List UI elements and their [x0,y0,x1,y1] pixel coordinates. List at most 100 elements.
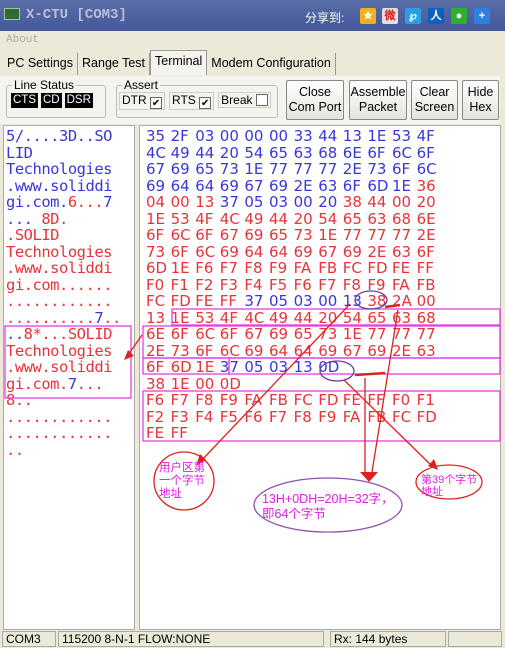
hex-row: F2 F3 F4 F5 F6 F7 F8 F9 FA FB FC FD [140,407,500,426]
hex-byte: 38 [342,193,362,211]
hex-byte: 63 [318,176,338,195]
hex-byte: 69 [293,242,313,261]
cd-indicator: CD [41,93,62,108]
hex-byte: F2 [195,275,214,294]
ascii-line: .SOLID [6,227,134,244]
hex-byte: 53 [170,209,190,228]
rts-checkbox[interactable]: RTS ✔ [169,92,215,110]
hex-byte: 6F [367,143,386,162]
ascii-text: Technologies [6,160,112,178]
hex-byte: FC [293,391,313,409]
clear-screen-button[interactable]: Clear Screen [411,80,458,120]
tab-pc-settings[interactable]: PC Settings [3,53,79,75]
hex-byte: 13 [146,308,166,327]
hex-byte: FB [367,407,387,426]
hex-byte: F8 [293,407,312,426]
hex-byte: 73 [318,325,338,343]
hex-byte: FE [146,424,165,442]
hex-byte: 6F [219,325,238,343]
hex-byte: 77 [293,160,313,178]
annotation-line: 13H+0DH=20H=32字， [262,492,394,506]
hex-byte: 2A [392,292,412,310]
hex-byte: 05 [244,193,264,211]
ascii-line: Technologies [6,342,134,360]
weibo-icon[interactable]: 微 [382,8,398,24]
hex-byte: 6F [416,242,435,261]
ascii-terminal-pane[interactable]: 5/....3D..SO LID Technologies .www.soliddi g… [3,125,135,630]
hex-byte: FD [170,292,191,310]
hex-byte: F1 [416,391,435,409]
hex-row: 67 69 65 73 1E 77 77 77 2E 73 6F 6C [140,161,500,178]
break-checkbox[interactable]: Break [218,92,271,108]
ascii-text: 6... [67,193,104,211]
ascii-line: 8.. [6,392,134,409]
dtr-checkbox[interactable]: DTR ✔ [119,92,166,110]
hex-byte: 4C [146,143,167,162]
renren-icon[interactable]: 人 [428,8,444,24]
hex-byte: 1E [392,176,412,195]
ascii-text: 5/....3D..SO [6,127,112,145]
hex-byte: 13 [195,193,215,211]
hex-byte: 4C [244,308,265,327]
hex-byte: 04 [146,193,166,211]
close-com-port-button[interactable]: Close Com Port [286,80,344,120]
hex-byte: 6C [195,325,216,343]
hex-byte: 4C [219,209,240,228]
hex-byte: F3 [219,275,238,294]
hex-byte: 64 [244,242,264,261]
qzone-icon[interactable]: ★ [360,8,376,24]
hex-row: 4C 49 44 20 54 65 63 68 6E 6F 6C 6F [140,143,500,162]
hex-byte: 73 [146,242,166,261]
tencent-weibo-icon[interactable]: ℘ [405,8,421,24]
tab-modem-configuration[interactable]: Modem Configuration [207,53,336,75]
ascii-text: .......... [6,308,95,327]
hex-byte: 4F [195,209,214,228]
hex-byte: FB [269,391,288,409]
hex-byte: 44 [269,209,289,228]
menu-about[interactable]: About [6,34,39,46]
hex-byte: FF [416,259,434,277]
hex-byte: 69 [170,160,190,178]
hex-terminal-pane[interactable]: 35 2F 03 00 00 00 33 44 13 1E 53 4F 4C 49 44 20 54 65 63 68… [139,125,501,630]
break-label: Break [221,93,253,107]
hex-byte: F6 [195,259,214,277]
hex-byte: 03 [269,358,289,376]
tab-terminal[interactable]: Terminal [150,50,208,75]
ascii-text: ............ [6,292,112,310]
ascii-line: LID [6,144,134,162]
wechat-icon[interactable]: ● [451,8,467,24]
hex-byte: FE [195,292,214,310]
tab-range-test[interactable]: Range Test [78,53,151,75]
hex-byte: 00 [318,292,338,310]
ascii-line: ..8*...SOLID [6,326,134,343]
hex-byte: F2 [146,407,165,426]
hex-byte: FB [416,275,436,294]
ascii-line: ... 8D. [6,210,134,228]
hex-row: 6F 6D 1E 37 05 03 13 0D [140,359,500,376]
hex-byte: 77 [367,325,387,343]
status-empty-panel [448,631,502,647]
hex-byte: 38 [367,292,387,310]
menu-bar: About [0,32,500,50]
hex-byte: 2E [293,176,313,195]
ascii-text: .www.soliddi [6,358,112,376]
ascii-line: .www.soliddi [6,260,134,277]
hex-byte: FB [318,259,338,277]
more-plus-icon[interactable]: + [474,8,490,24]
hex-byte: 44 [367,193,387,211]
hex-byte: FA [244,391,262,409]
annotation-line: 即64个字节 [262,507,326,521]
hex-byte: FF [219,292,238,310]
hex-byte: 69 [146,176,166,195]
hex-byte: 4F [416,127,435,145]
hex-byte: F9 [269,259,288,277]
hex-byte: 35 [146,127,166,145]
hex-byte: 00 [416,292,436,310]
ascii-line: gi.com.6...7 [6,194,134,211]
assemble-packet-button[interactable]: Assemble Packet [349,80,407,120]
hex-row: FC FD FE FF 37 05 03 00 13 38 2A 00 [140,293,500,310]
hex-byte: 1E [170,374,190,393]
hex-byte: 77 [392,325,412,343]
hex-byte: 67 [244,325,264,343]
hide-hex-button[interactable]: Hide Hex [462,80,499,120]
